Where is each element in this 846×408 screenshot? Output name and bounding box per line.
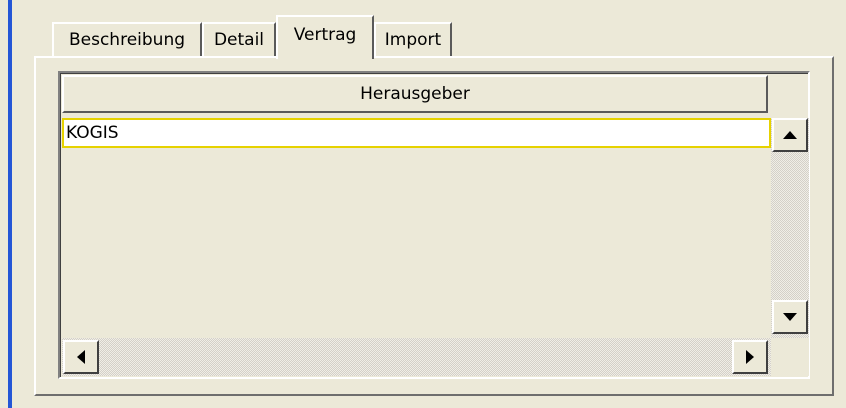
tab-import[interactable]: Import [374,22,452,56]
column-header-herausgeber[interactable]: Herausgeber [62,75,768,113]
horizontal-scrollbar[interactable] [62,338,771,376]
column-header-label: Herausgeber [360,84,470,104]
table-row[interactable]: KOGIS [62,118,771,148]
scroll-down-button[interactable] [772,300,808,334]
triangle-down-icon [783,313,797,321]
triangle-right-icon [746,350,754,364]
vertical-scrollbar[interactable] [771,118,809,352]
tab-beschreibung[interactable]: Beschreibung [52,22,202,56]
table-cell[interactable]: KOGIS [66,123,119,143]
tab-label: Detail [213,30,265,50]
scroll-up-button[interactable] [772,118,808,152]
triangle-up-icon [783,131,797,139]
tab-label: Import [384,30,442,50]
publisher-grid: Herausgeber KOGIS [58,71,810,379]
window-left-accent [8,0,12,408]
scroll-left-button[interactable] [63,340,99,374]
tab-vertrag[interactable]: Vertrag [276,15,374,59]
tab-detail[interactable]: Detail [202,22,276,56]
scrollbar-corner [771,338,809,376]
tab-label: Beschreibung [68,30,186,50]
tab-label: Vertrag [293,25,357,45]
scroll-right-button[interactable] [732,340,768,374]
triangle-left-icon [77,350,85,364]
